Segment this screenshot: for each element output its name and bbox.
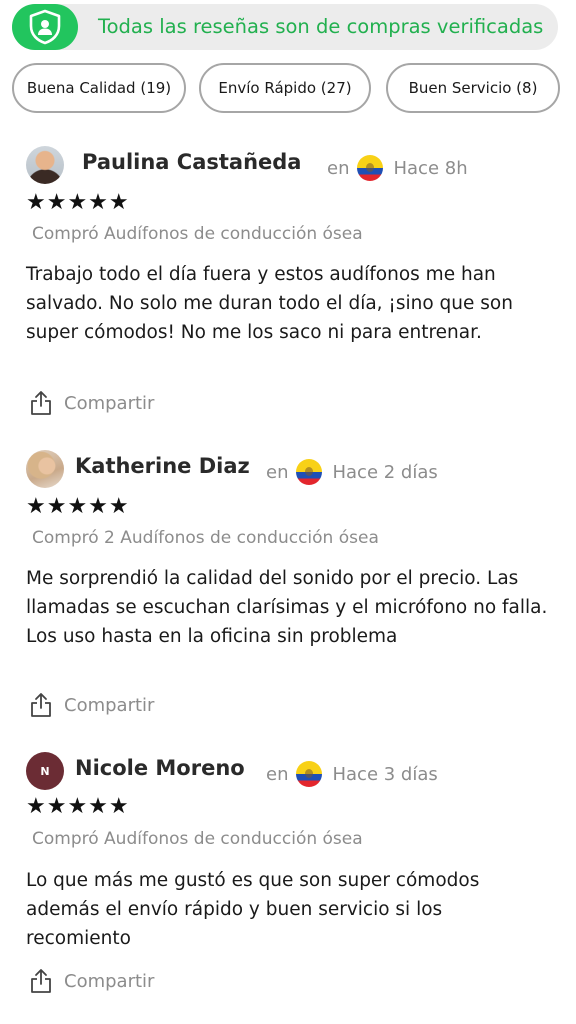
star-rating: ★★★★★ [26, 494, 130, 519]
share-icon [31, 693, 51, 717]
review-meta: en Hace 8h [327, 152, 468, 184]
ecuador-flag-icon [296, 761, 323, 787]
location-prefix: en [327, 157, 350, 179]
review-time: Hace 2 días [332, 461, 438, 483]
share-button[interactable]: Compartir [30, 690, 154, 720]
reviewer-name: Katherine Diaz [75, 454, 250, 478]
ecuador-flag-icon [296, 459, 323, 485]
review-meta: en Hace 2 días [266, 456, 438, 488]
star-rating: ★★★★★ [26, 190, 130, 215]
avatar [26, 450, 64, 488]
share-icon [31, 969, 51, 993]
share-button[interactable]: Compartir [30, 388, 154, 418]
review-time: Hace 3 días [332, 763, 438, 785]
filter-chip-buen-servicio[interactable]: Buen Servicio (8) [386, 63, 560, 113]
review-meta: en Hace 3 días [266, 758, 438, 790]
purchase-info: Compró 2 Audífonos de conducción ósea [32, 528, 379, 548]
share-label: Compartir [64, 694, 155, 716]
ecuador-flag-icon [357, 155, 384, 181]
avatar [26, 146, 64, 184]
verified-banner-text: Todas las reseñas son de compras verific… [98, 15, 544, 38]
purchase-info: Compró Audífonos de conducción ósea [32, 829, 363, 849]
review-text: Lo que más me gustó es que son super cóm… [26, 870, 480, 949]
verified-shield-icon [12, 4, 78, 50]
avatar: N [26, 752, 64, 790]
star-rating: ★★★★★ [26, 794, 130, 819]
filter-chip-envio-rapido[interactable]: Envío Rápido (27) [199, 63, 371, 113]
share-label: Compartir [64, 392, 155, 414]
reviewer-name: Paulina Castañeda [82, 150, 302, 174]
share-label: Compartir [64, 970, 155, 992]
reviewer-name: Nicole Moreno [75, 756, 245, 780]
share-icon [31, 391, 51, 415]
share-button[interactable]: Compartir [30, 966, 154, 996]
review-text: Trabajo todo el día fuera y estos audífo… [26, 264, 513, 343]
purchase-info: Compró Audífonos de conducción ósea [32, 224, 363, 244]
review-time: Hace 8h [393, 157, 468, 179]
location-prefix: en [266, 763, 289, 785]
filter-chips: Buena Calidad (19) Envío Rápido (27) Bue… [12, 63, 560, 113]
verified-banner: Todas las reseñas son de compras verific… [12, 4, 558, 50]
location-prefix: en [266, 461, 289, 483]
review-text: Me sorprendió la calidad del sonido por … [26, 568, 548, 647]
filter-chip-buena-calidad[interactable]: Buena Calidad (19) [12, 63, 186, 113]
